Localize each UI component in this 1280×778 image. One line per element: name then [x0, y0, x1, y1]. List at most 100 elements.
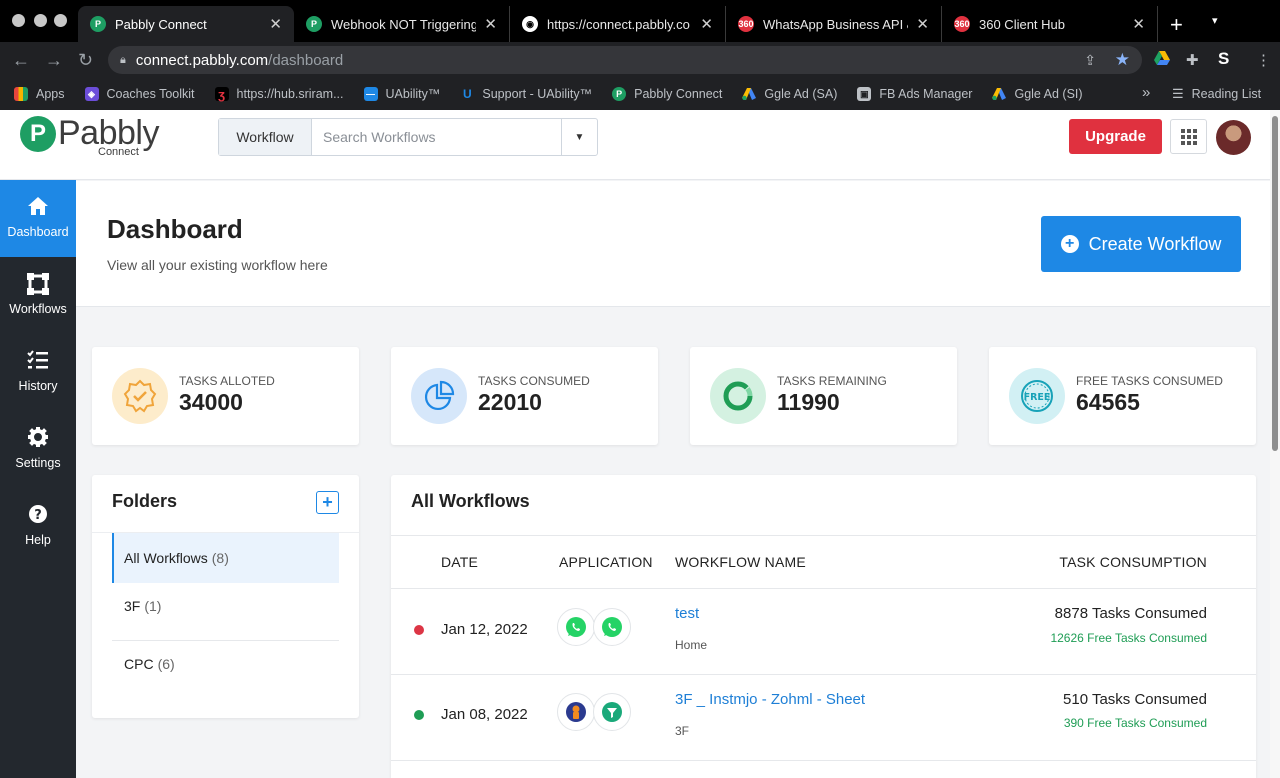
upgrade-button[interactable]: Upgrade: [1069, 119, 1162, 154]
window-minimize-button[interactable]: [34, 14, 47, 27]
sidebar-item-workflows[interactable]: Workflows: [0, 257, 76, 334]
stat-card-tasks-remaining: TASKS REMAINING 11990: [690, 347, 957, 445]
bookmark-star-icon[interactable]: ★: [1115, 50, 1130, 70]
column-header-application: APPLICATION: [559, 554, 653, 570]
url-host: connect.pabbly.com: [135, 51, 269, 69]
free-tasks-consumed: 12626 Free Tasks Consumed: [1050, 631, 1207, 645]
workflow-name-link[interactable]: 3F _ Instmjo - Zohml - Sheet: [675, 691, 865, 708]
uability-icon: —: [363, 87, 378, 101]
apps-grid-button[interactable]: [1170, 119, 1207, 154]
close-icon[interactable]: ✕: [700, 15, 713, 33]
pabbly-connect-logo[interactable]: P Pabbly Connect: [20, 114, 159, 158]
tab-title: https://connect.pabbly.co: [547, 16, 690, 32]
grid-icon: [1180, 128, 1197, 145]
search-input[interactable]: [312, 119, 561, 155]
uability-u-icon: U: [463, 87, 472, 101]
bookmark-uability[interactable]: — UAbility™: [363, 87, 440, 101]
browser-tab[interactable]: 360 WhatsApp Business API & ✕: [726, 6, 942, 42]
bookmark-fb-ads-manager[interactable]: ▣ FB Ads Manager: [857, 87, 972, 101]
folder-count: (6): [157, 656, 175, 672]
workflow-folder: 3F: [675, 724, 690, 738]
window-close-button[interactable]: [12, 14, 25, 27]
bookmark-ggle-ad-si[interactable]: Ggle Ad (SI): [992, 87, 1083, 101]
bookmark-hub[interactable]: ʒ https://hub.sriram...: [214, 87, 344, 102]
browser-tab[interactable]: P Webhook NOT Triggering ( ✕: [294, 6, 510, 42]
badge-check-icon: [112, 368, 168, 424]
close-icon[interactable]: ✕: [916, 15, 929, 33]
window-zoom-button[interactable]: [54, 14, 67, 27]
hub-icon: ʒ: [214, 87, 229, 102]
page-title: Dashboard: [107, 214, 243, 244]
stat-card-free-tasks-consumed: FREE FREE TASKS CONSUMED 64565: [989, 347, 1256, 445]
sidebar-item-label: Dashboard: [7, 225, 69, 239]
sidebar-item-settings[interactable]: Settings: [0, 411, 76, 488]
sidebar-item-history[interactable]: History: [0, 334, 76, 411]
back-arrow-icon[interactable]: ←: [12, 50, 30, 71]
bookmark-ggle-ad-sa[interactable]: Ggle Ad (SA): [742, 87, 837, 101]
workflows-title: All Workflows: [411, 491, 530, 511]
more-bookmarks-chevron[interactable]: »: [1142, 84, 1150, 101]
globe-icon: ◉: [522, 16, 538, 32]
browser-tab-bar: P Pabbly Connect ✕ P Webhook NOT Trigger…: [0, 0, 1280, 42]
bookmark-support-uability[interactable]: U Support - UAbility™: [460, 87, 592, 101]
bookmark-label: Coaches Toolkit: [106, 87, 195, 101]
user-avatar[interactable]: [1216, 120, 1251, 155]
donut-chart-icon: [710, 368, 766, 424]
stat-value: 64565: [1076, 389, 1140, 415]
close-icon[interactable]: ✕: [269, 15, 282, 33]
svg-text:?: ?: [34, 508, 42, 523]
reload-icon[interactable]: ↻: [78, 50, 93, 71]
s-extension-icon[interactable]: S: [1218, 49, 1229, 69]
browser-tab-active[interactable]: P Pabbly Connect ✕: [78, 6, 294, 42]
bookmark-pabbly-connect[interactable]: P Pabbly Connect: [612, 87, 722, 101]
create-workflow-button[interactable]: + Create Workflow: [1041, 216, 1241, 272]
stat-card-tasks-alloted: TASKS ALLOTED 34000: [92, 347, 359, 445]
home-icon: [0, 196, 76, 216]
filter-icon: [593, 693, 631, 731]
extensions-puzzle-icon[interactable]: ✚: [1186, 51, 1199, 69]
search-dropdown-chevron-icon[interactable]: ▼: [561, 119, 597, 155]
share-icon[interactable]: ⇪: [1084, 52, 1096, 69]
svg-text:FREE: FREE: [1024, 392, 1051, 403]
browser-tab[interactable]: 360 360 Client Hub ✕: [942, 6, 1158, 42]
forward-arrow-icon[interactable]: →: [45, 50, 63, 71]
stat-label: TASKS ALLOTED: [179, 374, 275, 388]
browser-tab[interactable]: ◉ https://connect.pabbly.co ✕: [510, 6, 726, 42]
app-header: P Pabbly Connect Workflow ▼ Upgrade: [0, 110, 1270, 180]
folder-item-cpc[interactable]: CPC (6): [112, 639, 339, 689]
bookmark-apps[interactable]: Apps: [14, 87, 65, 101]
stat-value: 11990: [777, 389, 840, 415]
google-ads-icon: [992, 87, 1007, 101]
whatsapp-icon: [593, 608, 631, 646]
instamojo-icon: [557, 693, 595, 731]
stat-value: 34000: [179, 389, 243, 415]
folder-name: CPC: [124, 656, 154, 672]
sidebar-item-help[interactable]: ? Help: [0, 488, 76, 565]
bookmark-label: Pabbly Connect: [634, 87, 723, 101]
pabbly-logo-icon: P: [20, 116, 56, 152]
pabbly-icon: P: [306, 16, 322, 32]
close-icon[interactable]: ✕: [1132, 15, 1145, 33]
reading-list-button[interactable]: ☰ Reading List: [1172, 86, 1261, 102]
folder-item-all-workflows[interactable]: All Workflows (8): [112, 533, 339, 583]
workflow-name-link[interactable]: test: [675, 605, 699, 622]
drive-icon[interactable]: [1154, 51, 1170, 69]
divider: [391, 760, 1256, 761]
tasks-consumed: 510 Tasks Consumed: [1063, 691, 1207, 708]
bookmark-label: https://hub.sriram...: [236, 87, 344, 101]
new-tab-icon[interactable]: +: [1170, 12, 1183, 38]
bookmark-coaches-toolkit[interactable]: ◈ Coaches Toolkit: [84, 87, 195, 101]
status-dot-inactive: [414, 625, 424, 635]
tab-title: WhatsApp Business API &: [763, 16, 909, 32]
close-icon[interactable]: ✕: [484, 15, 497, 33]
history-icon: [0, 350, 76, 370]
pie-chart-icon: [411, 368, 467, 424]
add-folder-button[interactable]: +: [316, 491, 339, 514]
tab-search-chevron-icon[interactable]: ▾: [1212, 14, 1218, 27]
folder-item-3f[interactable]: 3F (1): [112, 581, 339, 631]
sidebar-item-dashboard[interactable]: Dashboard: [0, 180, 76, 257]
gear-icon: [0, 427, 76, 447]
scrollbar-thumb[interactable]: [1272, 116, 1278, 451]
browser-menu-icon[interactable]: ⋮: [1256, 51, 1271, 69]
address-bar[interactable]: 🔒︎ connect.pabbly.com/dashboard ⇪ ★: [108, 46, 1142, 74]
